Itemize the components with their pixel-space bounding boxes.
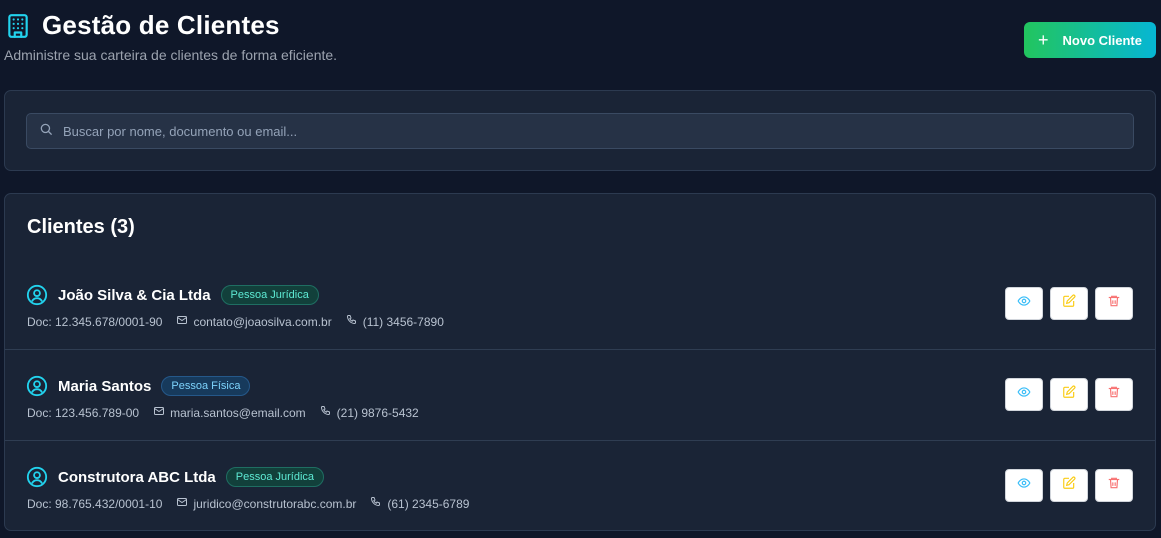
client-phone-item: (61) 2345-6789 <box>370 496 469 511</box>
client-name: Construtora ABC Ltda <box>58 468 216 486</box>
client-email: maria.santos@email.com <box>170 405 306 420</box>
client-email-item: juridico@construtorabc.com.br <box>176 496 356 511</box>
client-phone: (11) 3456-7890 <box>362 314 444 329</box>
view-button[interactable] <box>1005 378 1043 411</box>
building-icon <box>4 12 32 40</box>
phone-icon <box>346 314 358 329</box>
clients-list: João Silva & Cia Ltda Pessoa Jurídica Do… <box>5 259 1155 532</box>
client-type-badge: Pessoa Jurídica <box>225 467 325 487</box>
new-client-button[interactable]: + Novo Cliente <box>1024 22 1156 58</box>
client-meta: Doc: 12.345.678/0001-90 contato@joaosilv… <box>27 314 444 329</box>
client-doc: Doc: 98.765.432/0001-10 <box>27 496 163 511</box>
clients-title: Clientes (3) <box>27 216 135 238</box>
mail-icon <box>153 405 165 420</box>
client-header: Maria Santos Pessoa Física <box>26 375 251 397</box>
trash-icon <box>1107 294 1121 313</box>
client-row: Maria Santos Pessoa Física Doc: 123.456.… <box>5 350 1155 441</box>
user-circle-icon <box>26 466 48 488</box>
client-type-badge: Pessoa Jurídica <box>220 285 319 305</box>
client-name: Maria Santos <box>58 377 152 395</box>
delete-button[interactable] <box>1095 378 1133 411</box>
new-client-label: Novo Cliente <box>1062 32 1142 48</box>
client-email-item: maria.santos@email.com <box>153 405 306 420</box>
plus-icon: + <box>1038 30 1049 50</box>
user-circle-icon <box>26 284 48 306</box>
client-doc: Doc: 123.456.789-00 <box>27 405 140 420</box>
client-actions <box>1005 287 1133 320</box>
edit-icon <box>1062 294 1076 313</box>
client-header: Construtora ABC Ltda Pessoa Jurídica <box>26 466 325 488</box>
view-button[interactable] <box>1005 287 1043 320</box>
search-input[interactable] <box>63 123 1133 139</box>
client-phone: (21) 9876-5432 <box>336 405 419 420</box>
page-title: Gestão de Clientes <box>42 10 280 40</box>
edit-icon <box>1062 385 1076 404</box>
client-phone-item: (21) 9876-5432 <box>320 405 419 420</box>
delete-button[interactable] <box>1095 287 1133 320</box>
eye-icon <box>1017 476 1031 495</box>
search-box[interactable] <box>26 113 1134 149</box>
page-subtitle: Administre sua carteira de clientes de f… <box>4 47 338 63</box>
client-meta: Doc: 98.765.432/0001-10 juridico@constru… <box>27 496 469 511</box>
client-email: juridico@construtorabc.com.br <box>193 496 357 511</box>
edit-icon <box>1062 476 1076 495</box>
mail-icon <box>176 496 188 511</box>
client-type-badge: Pessoa Física <box>161 376 251 396</box>
eye-icon <box>1017 294 1031 313</box>
client-meta: Doc: 123.456.789-00 maria.santos@email.c… <box>27 405 419 420</box>
search-icon <box>39 122 53 141</box>
trash-icon <box>1107 476 1121 495</box>
client-row: Construtora ABC Ltda Pessoa Jurídica Doc… <box>5 441 1155 532</box>
clients-card: Clientes (3) João Silva & Cia Ltda Pesso… <box>4 193 1156 531</box>
eye-icon <box>1017 385 1031 404</box>
edit-button[interactable] <box>1050 378 1088 411</box>
client-phone: (61) 2345-6789 <box>387 496 470 511</box>
client-actions <box>1005 378 1133 411</box>
client-phone-item: (11) 3456-7890 <box>346 314 444 329</box>
phone-icon <box>370 496 382 511</box>
client-name: João Silva & Cia Ltda <box>58 286 211 304</box>
delete-button[interactable] <box>1095 469 1133 502</box>
phone-icon <box>320 405 332 420</box>
edit-button[interactable] <box>1050 287 1088 320</box>
trash-icon <box>1107 385 1121 404</box>
client-header: João Silva & Cia Ltda Pessoa Jurídica <box>26 284 319 306</box>
client-email-item: contato@joaosilva.com.br <box>176 314 332 329</box>
client-doc: Doc: 12.345.678/0001-90 <box>27 314 163 329</box>
title-row: Gestão de Clientes <box>4 10 1156 41</box>
search-card <box>4 90 1156 171</box>
client-row: João Silva & Cia Ltda Pessoa Jurídica Do… <box>5 259 1155 350</box>
client-actions <box>1005 469 1133 502</box>
client-email: contato@joaosilva.com.br <box>193 314 332 329</box>
view-button[interactable] <box>1005 469 1043 502</box>
page-header: Gestão de Clientes Administre sua cartei… <box>4 10 1156 70</box>
user-circle-icon <box>26 375 48 397</box>
mail-icon <box>176 314 188 329</box>
edit-button[interactable] <box>1050 469 1088 502</box>
